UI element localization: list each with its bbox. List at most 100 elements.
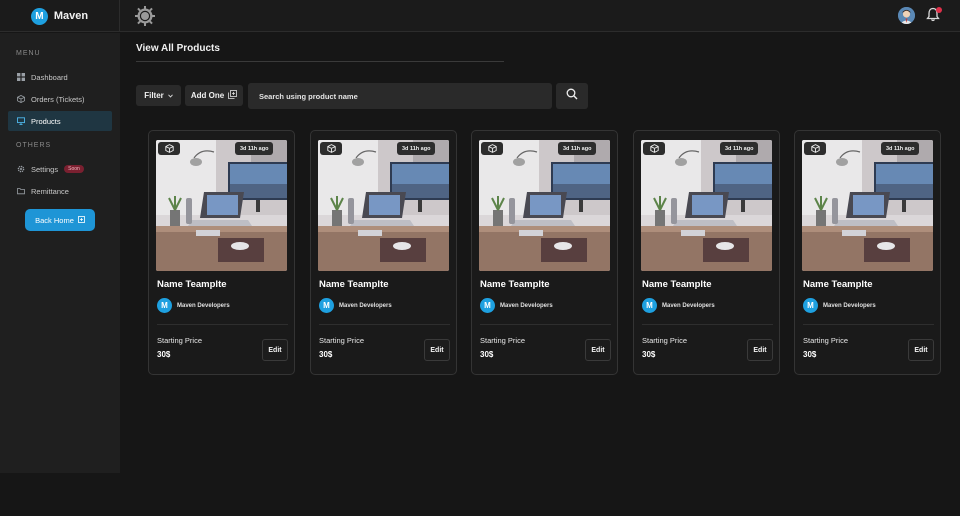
price-value: 30$	[642, 350, 656, 359]
product-name: Name Teamplte	[803, 279, 873, 290]
folder-icon	[17, 187, 25, 195]
product-name: Name Teamplte	[642, 279, 712, 290]
back-home-button[interactable]: Back Home	[25, 209, 95, 231]
grid-icon	[17, 73, 25, 81]
sidebar-item-dashboard[interactable]: Dashboard	[8, 67, 112, 87]
product-image	[641, 140, 772, 271]
price-label: Starting Price	[319, 336, 365, 345]
title-divider	[136, 61, 504, 62]
developer-avatar: M	[319, 298, 334, 313]
edit-button[interactable]: Edit	[262, 339, 288, 361]
sidebar-item-label: Products	[31, 116, 61, 126]
product-type-box-icon	[643, 142, 665, 155]
developer-row: M Maven Developers	[642, 298, 715, 313]
filter-label: Filter	[144, 91, 164, 100]
price-value: 30$	[803, 350, 817, 359]
card-divider	[642, 324, 773, 325]
top-bar: M Maven	[0, 0, 960, 32]
sidebar-item-products[interactable]: Products	[8, 111, 112, 131]
edit-button[interactable]: Edit	[585, 339, 611, 361]
sidebar-item-label: Dashboard	[31, 72, 68, 82]
search-icon	[566, 87, 578, 105]
price-value: 30$	[480, 350, 494, 359]
card-divider	[480, 324, 611, 325]
price-label: Starting Price	[157, 336, 203, 345]
developer-name: Maven Developers	[662, 302, 715, 309]
add-one-label: Add One	[190, 91, 225, 100]
product-type-box-icon	[158, 142, 180, 155]
menu-section-label: MENU	[16, 50, 41, 57]
gear-icon	[17, 165, 25, 173]
home-square-icon	[77, 215, 85, 225]
search-input[interactable]	[248, 83, 552, 109]
developer-row: M Maven Developers	[803, 298, 876, 313]
developer-avatar: M	[803, 298, 818, 313]
sidebar-item-settings[interactable]: Settings Soon	[8, 159, 112, 179]
page-title: View All Products	[136, 43, 220, 54]
product-name: Name Teamplte	[319, 279, 389, 290]
product-name: Name Teamplte	[480, 279, 550, 290]
price-value: 30$	[319, 350, 333, 359]
brand-name: Maven	[53, 10, 89, 22]
developer-name: Maven Developers	[823, 302, 876, 309]
product-image	[156, 140, 287, 271]
developer-name: Maven Developers	[177, 302, 230, 309]
monitor-icon	[17, 117, 25, 125]
product-card[interactable]: 3d 11h ago Name Teamplte M Maven Develop…	[633, 130, 780, 375]
time-badge: 3d 11h ago	[558, 142, 597, 155]
soon-badge: Soon	[64, 165, 84, 173]
product-card[interactable]: 3d 11h ago Name Teamplte M Maven Develop…	[148, 130, 295, 375]
brand-badge: M	[30, 7, 48, 25]
product-card[interactable]: 3d 11h ago Name Teamplte M Maven Develop…	[310, 130, 457, 375]
card-divider	[803, 324, 934, 325]
developer-row: M Maven Developers	[157, 298, 230, 313]
time-badge: 3d 11h ago	[235, 142, 274, 155]
card-divider	[157, 324, 288, 325]
search-button[interactable]	[556, 83, 588, 109]
card-divider	[319, 324, 450, 325]
price-label: Starting Price	[480, 336, 526, 345]
sidebar-item-remittance[interactable]: Remittance	[8, 181, 112, 201]
edit-button[interactable]: Edit	[908, 339, 934, 361]
developer-avatar: M	[480, 298, 495, 313]
add-copy-icon	[228, 90, 238, 101]
sidebar-item-orders[interactable]: Orders (Tickets)	[8, 89, 112, 109]
product-card[interactable]: 3d 11h ago Name Teamplte M Maven Develop…	[471, 130, 618, 375]
sidebar-item-label: Settings	[31, 164, 59, 174]
developer-name: Maven Developers	[339, 302, 392, 309]
product-type-box-icon	[481, 142, 503, 155]
price-value: 30$	[157, 350, 171, 359]
edit-button[interactable]: Edit	[424, 339, 450, 361]
sidebar-item-label: Orders (Tickets)	[31, 94, 85, 104]
product-card[interactable]: 3d 11h ago Name Teamplte M Maven Develop…	[794, 130, 941, 375]
add-one-button[interactable]: Add One	[185, 85, 243, 106]
time-badge: 3d 11h ago	[881, 142, 920, 155]
box-icon	[17, 95, 25, 103]
filter-button[interactable]: Filter	[136, 85, 181, 106]
others-section-label: OTHERS	[16, 142, 52, 149]
product-image	[318, 140, 449, 271]
developer-avatar: M	[642, 298, 657, 313]
notification-dot	[936, 7, 942, 13]
back-home-label: Back Home	[35, 215, 74, 225]
product-image	[479, 140, 610, 271]
price-label: Starting Price	[642, 336, 688, 345]
product-image	[802, 140, 933, 271]
chevron-down-icon	[167, 91, 173, 100]
developer-row: M Maven Developers	[319, 298, 392, 313]
notification-bell-icon[interactable]	[926, 7, 942, 24]
price-label: Starting Price	[803, 336, 849, 345]
sidebar-item-label: Remittance	[31, 186, 69, 196]
developer-row: M Maven Developers	[480, 298, 553, 313]
developer-avatar: M	[157, 298, 172, 313]
time-badge: 3d 11h ago	[720, 142, 759, 155]
user-avatar[interactable]	[898, 7, 915, 24]
product-name: Name Teamplte	[157, 279, 227, 290]
theme-toggle-sun-icon[interactable]	[134, 5, 156, 27]
edit-button[interactable]: Edit	[747, 339, 773, 361]
time-badge: 3d 11h ago	[397, 142, 436, 155]
sidebar: MENU Dashboard Orders (Tickets) Products…	[0, 33, 120, 473]
product-type-box-icon	[320, 142, 342, 155]
developer-name: Maven Developers	[500, 302, 553, 309]
brand-logo[interactable]: M Maven	[0, 0, 120, 32]
